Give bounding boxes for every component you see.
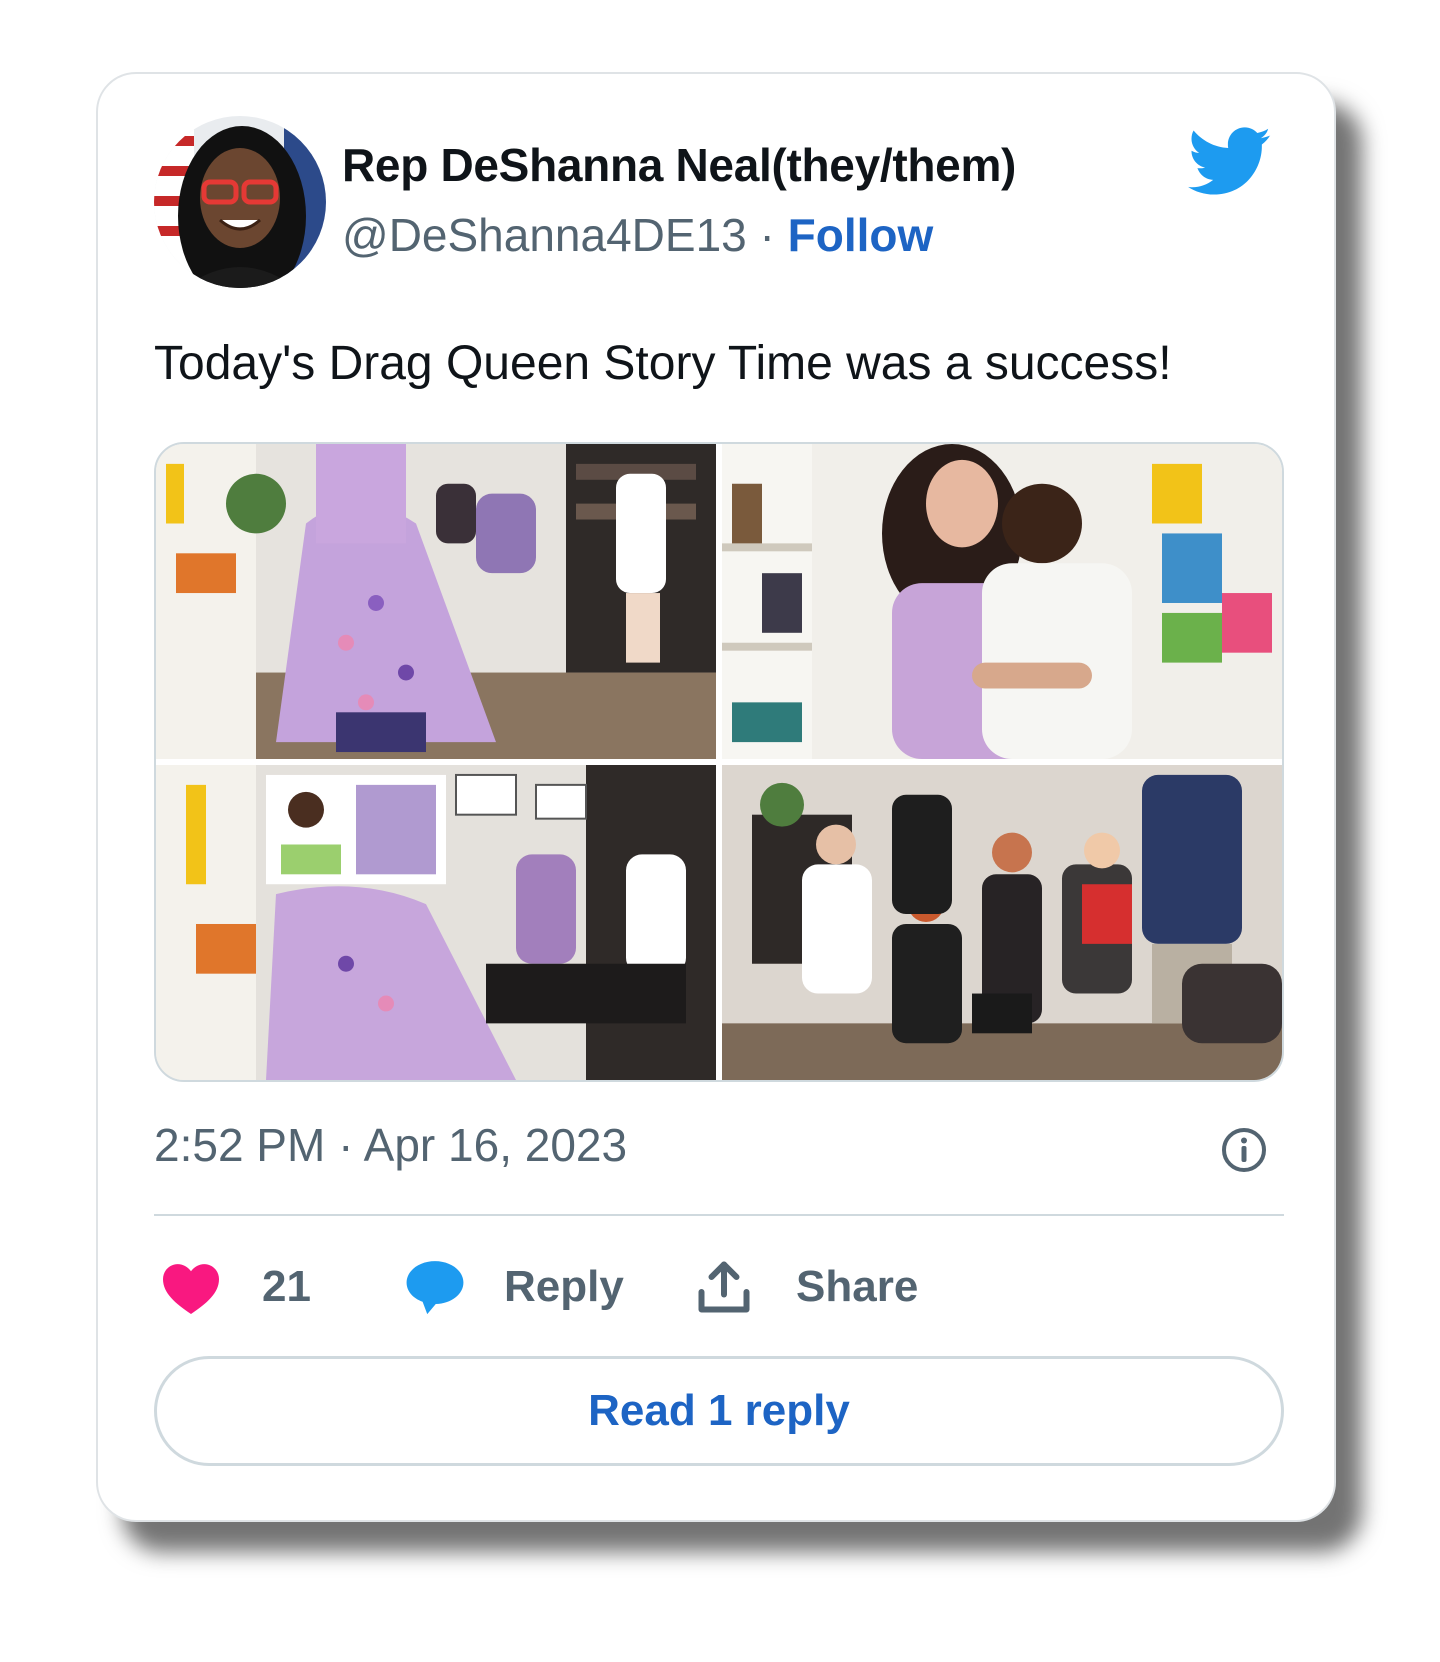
author-avatar[interactable] (154, 116, 326, 288)
tweet-text: Today's Drag Queen Story Time was a succ… (154, 337, 1172, 390)
tweet-time: 2:52 PM (154, 1119, 326, 1171)
read-replies-button[interactable]: Read 1 reply (154, 1356, 1284, 1466)
share-button[interactable]: Share (694, 1252, 918, 1322)
media-photo-3[interactable] (156, 765, 716, 1080)
author-handle-row: @DeShanna4DE13 · Follow (342, 208, 933, 262)
speech-bubble-icon (406, 1261, 464, 1315)
tweet-actions: 21 Reply Share (154, 1252, 1284, 1322)
like-count: 21 (262, 1262, 311, 1311)
share-label: Share (796, 1262, 919, 1311)
reply-button[interactable]: Reply (404, 1252, 624, 1322)
upload-share-icon (698, 1261, 750, 1313)
photo-holding-picture-book (156, 765, 716, 1080)
tweet-date: Apr 16, 2023 (363, 1119, 628, 1171)
author-display-name[interactable]: Rep DeShanna Neal(they/them) (342, 138, 1016, 192)
follow-link[interactable]: Follow (788, 209, 934, 261)
tweet-timestamp[interactable]: 2:52 PM · Apr 16, 2023 (154, 1118, 627, 1172)
photo-audience-families (722, 765, 1282, 1080)
actions-divider (154, 1214, 1284, 1216)
photo-performer-with-child (722, 444, 1282, 759)
info-icon[interactable] (1220, 1126, 1268, 1174)
author-handle[interactable]: @DeShanna4DE13 (342, 209, 747, 261)
timestamp-separator: · (338, 1119, 354, 1171)
tweet-media-grid (154, 442, 1284, 1082)
media-photo-2[interactable] (722, 444, 1282, 759)
twitter-bird-icon[interactable] (1188, 126, 1272, 198)
media-photo-4[interactable] (722, 765, 1282, 1080)
heart-icon (163, 1264, 219, 1314)
reply-label: Reply (504, 1262, 624, 1311)
tweet-card: Rep DeShanna Neal(they/them) @DeShanna4D… (96, 72, 1336, 1522)
avatar-photo (154, 116, 326, 288)
photo-storytime-reading (156, 444, 716, 759)
media-photo-1[interactable] (156, 444, 716, 759)
like-button[interactable]: 21 (160, 1252, 311, 1322)
handle-separator: · (759, 209, 775, 261)
